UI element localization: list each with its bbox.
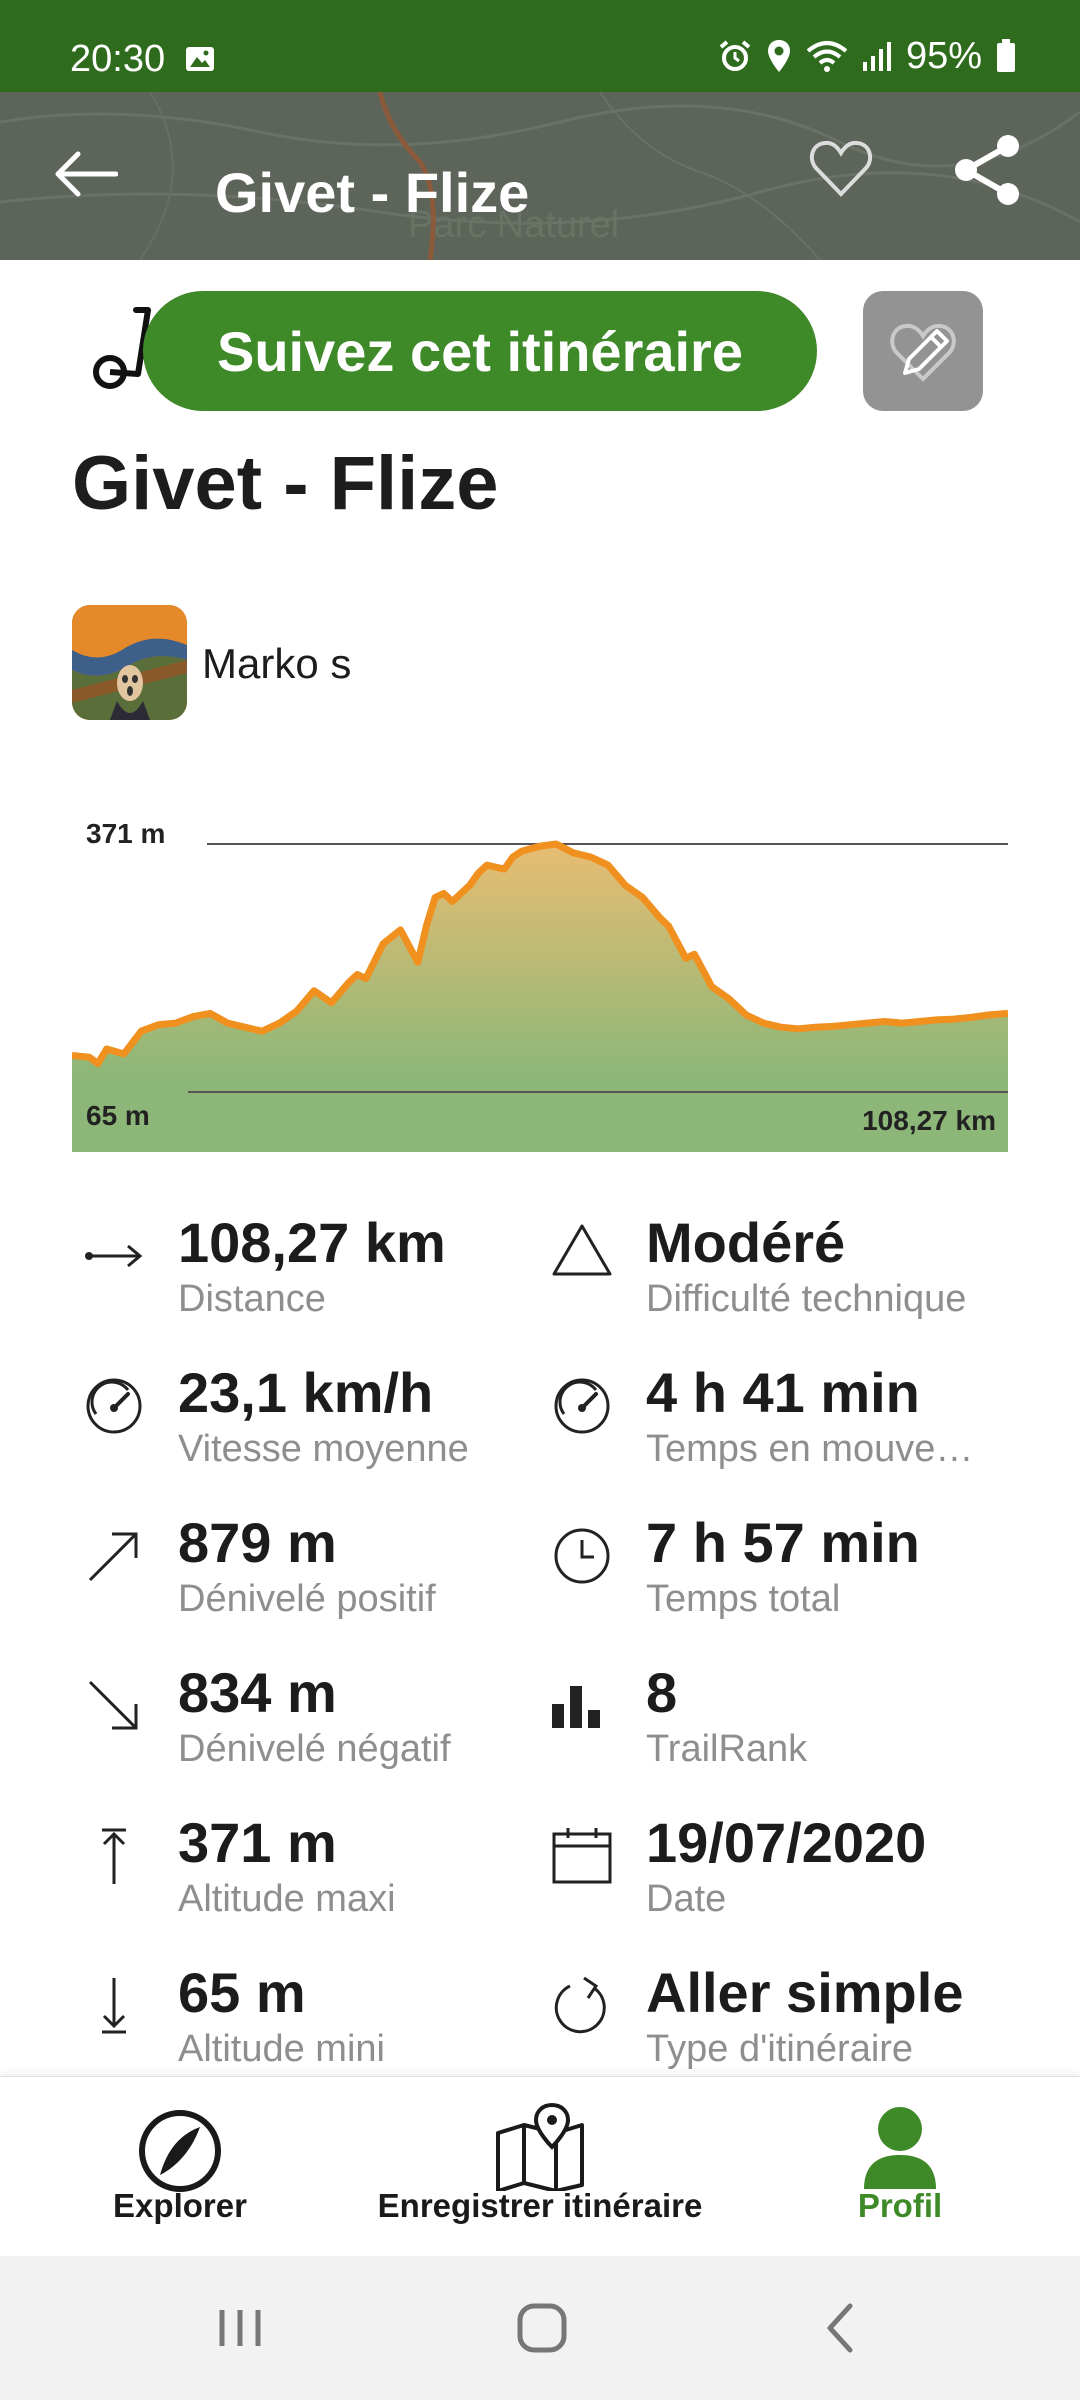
one-way-icon	[554, 1976, 606, 2034]
map-pin-icon	[496, 2103, 584, 2191]
status-time: 20:30	[70, 38, 166, 80]
stat-label: Distance	[178, 1278, 326, 1320]
header-title: Givet - Flize	[215, 161, 530, 224]
status-bar: 20:30 95%	[0, 0, 1080, 92]
stat-value: 834 m	[178, 1661, 337, 1724]
route-title: Givet - Flize	[72, 441, 499, 526]
stat-label: Altitude maxi	[178, 1878, 396, 1920]
stat-trailrank: 8 TrailRank	[550, 1660, 1020, 1810]
stat-value: 108,27 km	[178, 1211, 446, 1274]
stat-label: Temps en mouve…	[646, 1428, 974, 1470]
stat-value: 879 m	[178, 1511, 337, 1574]
wifi-icon	[806, 41, 848, 72]
stat-value: 371 m	[178, 1811, 337, 1874]
back-arrow-icon[interactable]	[52, 150, 118, 198]
min-altitude-icon	[102, 1978, 126, 2034]
stat-label: Dénivelé positif	[178, 1578, 436, 1620]
stat-label: Type d'itinéraire	[646, 2028, 914, 2070]
route-header: Parc Naturel Givet - Flize	[0, 92, 1080, 260]
stat-difficulty: Modéré Difficulté technique	[550, 1210, 1020, 1360]
nav-explore-label: Explorer	[113, 2187, 247, 2224]
stat-value: 7 h 57 min	[646, 1511, 920, 1574]
nav-record[interactable]: Enregistrer itinéraire	[360, 2077, 720, 2257]
home-icon[interactable]	[512, 2298, 572, 2358]
stat-value: Modéré	[646, 1211, 846, 1274]
share-icon[interactable]	[952, 134, 1022, 206]
stat-elevation-gain: 879 m Dénivelé positif	[82, 1510, 552, 1660]
downhill-arrow-icon	[88, 1680, 138, 1730]
explore-compass-icon	[139, 2110, 221, 2192]
stat-total-time: 7 h 57 min Temps total	[550, 1510, 1020, 1660]
stat-value: Aller simple	[646, 1961, 964, 2024]
stat-value: 19/07/2020	[646, 1811, 927, 1874]
stat-value: 23,1 km/h	[178, 1361, 434, 1424]
elevation-chart-svg	[72, 840, 1008, 1152]
stat-label: Temps total	[646, 1578, 841, 1620]
elevation-chart: 371 m 65 m 108,27 km	[72, 800, 1008, 1152]
nav-record-label: Enregistrer itinéraire	[377, 2187, 703, 2224]
stat-label: Altitude mini	[178, 2028, 385, 2070]
heart-icon[interactable]	[808, 136, 874, 202]
recent-apps-icon[interactable]	[210, 2298, 270, 2358]
battery-icon	[997, 39, 1015, 72]
speedometer-icon	[86, 1378, 142, 1434]
stat-value: 8	[646, 1661, 678, 1724]
max-altitude-icon	[102, 1828, 126, 1884]
nav-profile-label: Profil	[857, 2187, 943, 2224]
edit-button[interactable]	[863, 291, 983, 411]
profile-person-icon	[864, 2107, 936, 2189]
stat-label: TrailRank	[646, 1728, 808, 1770]
signal-icon	[862, 42, 891, 71]
speedometer-icon	[554, 1378, 610, 1434]
avatar[interactable]	[72, 605, 187, 720]
pencil-heart-icon	[890, 323, 956, 382]
stat-avg-speed: 23,1 km/h Vitesse moyenne	[82, 1360, 552, 1510]
stat-value: 65 m	[178, 1961, 306, 2024]
difficulty-icon	[552, 1224, 612, 1276]
bottom-navigation: Explorer Enregistrer itinéraire Profil	[0, 2076, 1080, 2256]
battery-percent: 95%	[905, 34, 982, 77]
stat-label: Vitesse moyenne	[178, 1428, 469, 1470]
stat-label: Dénivelé négatif	[178, 1728, 451, 1770]
avatar-image	[72, 605, 187, 720]
stat-label: Difficulté technique	[646, 1278, 967, 1320]
image-notification-icon	[186, 47, 214, 71]
system-navigation-bar	[0, 2256, 1080, 2400]
stat-elevation-loss: 834 m Dénivelé négatif	[82, 1660, 552, 1810]
distance-icon	[85, 1244, 143, 1268]
alarm-icon	[719, 40, 751, 71]
y-max-label: 371 m	[86, 818, 166, 849]
y-min-label: 65 m	[86, 1100, 150, 1131]
follow-route-button[interactable]: Suivez cet itinéraire	[143, 291, 817, 411]
location-icon	[767, 40, 790, 72]
bar-chart-icon	[552, 1686, 600, 1728]
clock-icon	[554, 1528, 610, 1584]
back-nav-icon[interactable]	[812, 2298, 872, 2358]
calendar-icon	[552, 1828, 612, 1884]
nav-profile[interactable]: Profil	[800, 2077, 1000, 2257]
stat-distance: 108,27 km Distance	[82, 1210, 552, 1360]
uphill-arrow-icon	[88, 1532, 138, 1582]
stat-value: 4 h 41 min	[646, 1361, 920, 1424]
x-max-label: 108,27 km	[862, 1105, 996, 1136]
stat-moving-time: 4 h 41 min Temps en mouve…	[550, 1360, 1020, 1510]
author-name[interactable]: Marko s	[202, 640, 351, 688]
stat-label: Date	[646, 1878, 727, 1920]
stat-date: 19/07/2020 Date	[550, 1810, 1020, 1960]
nav-explore[interactable]: Explorer	[80, 2077, 280, 2257]
stat-max-altitude: 371 m Altitude maxi	[82, 1810, 552, 1960]
